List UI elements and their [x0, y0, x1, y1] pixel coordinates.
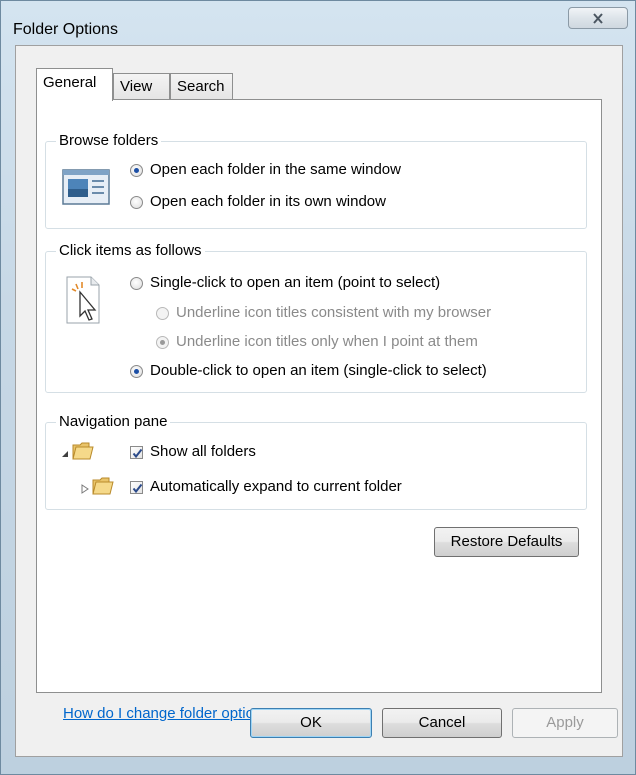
- help-link[interactable]: How do I change folder options?: [63, 705, 278, 722]
- checkmark-icon: [132, 483, 143, 494]
- radio-own-window-label: Open each folder in its own window: [150, 193, 386, 210]
- radio-own-window-control[interactable]: [130, 196, 143, 209]
- folder-options-window: Folder Options General View Search Brows…: [0, 0, 636, 775]
- radio-underline-browser-label: Underline icon titles consistent with my…: [176, 304, 492, 321]
- checkbox-show-all-folders-control[interactable]: [130, 446, 143, 459]
- tab-view-label: View: [120, 78, 153, 95]
- navigation-pane-group: Navigation pane Show all folders Automat…: [45, 413, 587, 510]
- dialog-body: General View Search Browse folders Open …: [15, 45, 623, 757]
- collapsed-triangle-icon: [81, 484, 89, 494]
- ok-button[interactable]: OK: [250, 708, 372, 738]
- radio-double-click-label: Double-click to open an item (single-cli…: [150, 362, 487, 379]
- close-icon: [593, 13, 603, 24]
- tab-general[interactable]: General: [36, 68, 113, 101]
- pointer-click-icon: [66, 276, 100, 324]
- window-title: Folder Options: [13, 21, 118, 38]
- tab-view[interactable]: View: [113, 73, 170, 100]
- radio-single-click-label: Single-click to open an item (point to s…: [150, 274, 441, 291]
- radio-underline-point-label: Underline icon titles only when I point …: [176, 333, 478, 350]
- apply-button[interactable]: Apply: [512, 708, 618, 738]
- folder-icon: [92, 477, 114, 495]
- restore-defaults-button[interactable]: Restore Defaults: [434, 527, 579, 557]
- radio-same-window-label: Open each folder in the same window: [150, 161, 401, 178]
- navigation-pane-label: Navigation pane: [56, 413, 171, 430]
- click-items-group: Click items as follows Single-click to o…: [45, 242, 587, 393]
- checkbox-auto-expand-label: Automatically expand to current folder: [150, 478, 402, 495]
- tab-search-label: Search: [177, 78, 225, 95]
- expanded-triangle-icon: [62, 451, 68, 457]
- folder-icon: [72, 442, 94, 460]
- checkmark-icon: [132, 448, 143, 459]
- click-items-label: Click items as follows: [56, 242, 205, 259]
- general-tab-panel: Browse folders Open each folder in the s…: [36, 99, 602, 722]
- tab-general-label: General: [43, 74, 97, 91]
- radio-same-window-control[interactable]: [130, 164, 143, 177]
- checkbox-auto-expand-control[interactable]: [130, 481, 143, 494]
- radio-underline-point-control[interactable]: [156, 336, 169, 349]
- cancel-button[interactable]: Cancel: [382, 708, 502, 738]
- radio-double-click-control[interactable]: [130, 365, 143, 378]
- browse-folders-group: Browse folders Open each folder in the s…: [45, 132, 587, 229]
- radio-single-click-control[interactable]: [130, 277, 143, 290]
- radio-underline-browser-control[interactable]: [156, 307, 169, 320]
- window-icon: [62, 169, 110, 205]
- checkbox-show-all-folders-label: Show all folders: [150, 443, 256, 460]
- close-button[interactable]: [568, 7, 628, 29]
- browse-folders-label: Browse folders: [56, 132, 162, 149]
- tab-search[interactable]: Search: [170, 73, 233, 100]
